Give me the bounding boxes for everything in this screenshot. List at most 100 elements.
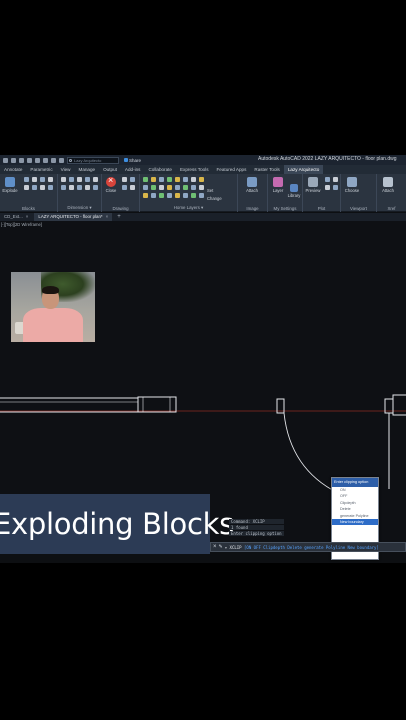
close-tab-icon[interactable]: × <box>106 214 109 219</box>
tab-manage[interactable]: Manage <box>75 165 100 174</box>
tool-icon[interactable] <box>32 177 37 182</box>
set-button[interactable]: Set <box>207 188 213 193</box>
tool-icon[interactable] <box>24 177 29 182</box>
tool-icon[interactable] <box>175 185 180 190</box>
tool-icon[interactable] <box>199 185 204 190</box>
tab-annotate[interactable]: Annotate <box>0 165 26 174</box>
tool-icon[interactable] <box>175 177 180 182</box>
command-input[interactable]: ▾ XCLIP [ON OFF Clipdepth Delete generat… <box>225 545 379 550</box>
tab-featured-apps[interactable]: Featured Apps <box>213 165 251 174</box>
tool-icon[interactable] <box>191 177 196 182</box>
tool-icon[interactable] <box>199 177 204 182</box>
save-as-icon[interactable] <box>27 157 32 163</box>
tool-icon[interactable] <box>77 177 82 182</box>
tool-icon[interactable] <box>175 193 180 198</box>
tool-icon[interactable] <box>151 193 156 198</box>
choose-label: Choose <box>344 188 360 193</box>
tool-icon[interactable] <box>159 185 164 190</box>
file-tab-active[interactable]: LAZY ARQUITECTO - floor plan* × <box>34 213 113 221</box>
search-input[interactable]: Lazy Arquitecto <box>67 156 119 164</box>
tab-add-ins[interactable]: Add-ins <box>121 165 145 174</box>
share-button[interactable]: Share <box>124 158 141 163</box>
ribbon-panel-area: Explode Blocks Dimension ▾ Close <box>0 174 406 212</box>
tool-icon[interactable] <box>32 185 37 190</box>
tool-icon[interactable] <box>61 185 66 190</box>
tab-parametric[interactable]: Parametric <box>26 165 56 174</box>
preview-label: Preview <box>305 188 321 193</box>
tool-icon[interactable] <box>122 185 127 190</box>
tool-icon[interactable] <box>130 177 135 182</box>
explode-button[interactable]: Explode <box>1 177 19 193</box>
redo-icon[interactable] <box>51 157 56 163</box>
layer-label: Layer <box>272 188 284 193</box>
tool-icon[interactable] <box>93 185 98 190</box>
plot-icon[interactable] <box>35 157 40 163</box>
tool-icon[interactable] <box>130 185 135 190</box>
preview-button[interactable]: Preview <box>304 177 322 193</box>
customize-icon[interactable]: ✎ <box>219 544 223 550</box>
tool-icon[interactable] <box>40 177 45 182</box>
tool-icon[interactable] <box>85 177 90 182</box>
change-button[interactable]: Change <box>207 196 222 201</box>
new-file-icon[interactable] <box>3 157 8 163</box>
tool-icon[interactable] <box>183 193 188 198</box>
tool-icon[interactable] <box>24 185 29 190</box>
close-button[interactable]: Close <box>102 175 120 193</box>
tool-icon[interactable] <box>48 177 53 182</box>
tool-icon[interactable] <box>199 193 204 198</box>
undo-icon[interactable] <box>43 157 48 163</box>
tool-icon[interactable] <box>333 177 338 182</box>
tab-collaborate[interactable]: Collaborate <box>144 165 176 174</box>
tool-icon[interactable] <box>183 185 188 190</box>
tool-icon[interactable] <box>167 177 172 182</box>
tool-icon[interactable] <box>325 185 330 190</box>
tool-icon[interactable] <box>85 185 90 190</box>
history-line: Command: XCLIP <box>229 519 284 524</box>
tab-view[interactable]: View <box>57 165 75 174</box>
tool-icon[interactable] <box>69 185 74 190</box>
tool-icon[interactable] <box>93 177 98 182</box>
tab-lazy-arquitecto[interactable]: Lazy Arquitecto <box>283 165 324 174</box>
save-icon[interactable] <box>19 157 24 163</box>
tool-icon[interactable] <box>183 177 188 182</box>
tool-icon[interactable] <box>61 177 66 182</box>
tool-icon[interactable] <box>143 185 148 190</box>
attach-image-button[interactable]: Attach <box>243 177 261 193</box>
dimension-tools <box>61 177 99 191</box>
tool-icon[interactable] <box>325 177 330 182</box>
choose-button[interactable]: Choose <box>343 177 361 193</box>
new-tab-icon[interactable]: + <box>114 214 124 220</box>
menu-item-new-boundary[interactable]: New boundary <box>332 518 378 526</box>
tool-icon[interactable] <box>159 177 164 182</box>
close-tab-icon[interactable]: × <box>26 214 29 219</box>
tool-icon[interactable] <box>48 185 53 190</box>
tool-icon[interactable] <box>191 193 196 198</box>
tool-icon[interactable] <box>151 177 156 182</box>
file-tab-label: LAZY ARQUITECTO - floor plan* <box>38 214 103 219</box>
tab-output[interactable]: Output <box>99 165 121 174</box>
tool-icon[interactable] <box>159 193 164 198</box>
tool-icon[interactable] <box>333 185 338 190</box>
attach-xref-button[interactable]: Attach <box>379 177 397 193</box>
tool-icon[interactable] <box>191 185 196 190</box>
tool-icon[interactable] <box>143 193 148 198</box>
tool-icon[interactable] <box>151 185 156 190</box>
tool-icon[interactable] <box>69 177 74 182</box>
file-tab[interactable]: CD_Ext... × <box>0 213 32 221</box>
open-file-icon[interactable] <box>11 157 16 163</box>
tool-icon[interactable] <box>167 193 172 198</box>
close-icon[interactable]: × <box>213 544 217 550</box>
tool-icon[interactable] <box>40 185 45 190</box>
tool-icon[interactable] <box>122 177 127 182</box>
tab-raster-tools[interactable]: Raster Tools <box>250 165 283 174</box>
tab-express-tools[interactable]: Express Tools <box>176 165 213 174</box>
xref-icon <box>383 177 393 187</box>
wall-segment <box>0 397 139 413</box>
library-button[interactable]: Library <box>285 184 303 198</box>
panel-label: My Settings <box>273 206 297 211</box>
tool-icon[interactable] <box>77 185 82 190</box>
tool-icon[interactable] <box>167 185 172 190</box>
command-line[interactable]: × ✎ ▾ XCLIP [ON OFF Clipdepth Delete gen… <box>210 542 406 552</box>
share-drawing-icon[interactable] <box>59 157 64 163</box>
tool-icon[interactable] <box>143 177 148 182</box>
